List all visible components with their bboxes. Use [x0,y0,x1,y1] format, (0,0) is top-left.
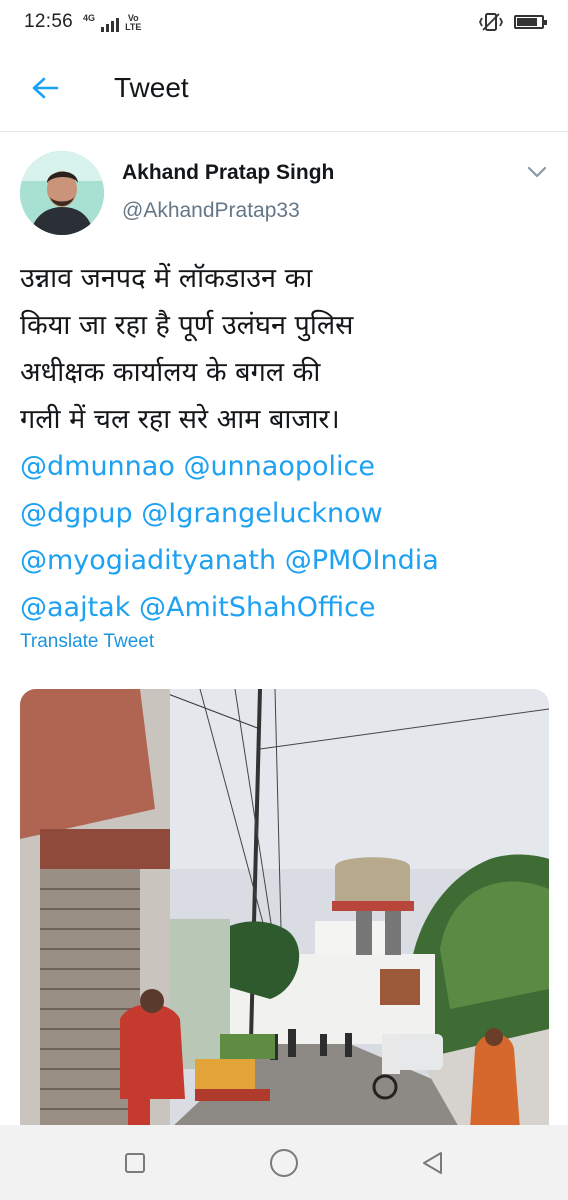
arrow-left-icon [32,77,59,98]
avatar[interactable] [20,151,104,235]
triangle-back-icon [423,1151,443,1174]
signal-icon [101,18,120,32]
chevron-down-icon[interactable] [526,165,548,179]
mention-link[interactable]: @aajtak [20,592,130,623]
mention-line: @myogiadityanath @PMOIndia [20,537,550,584]
network-indicator: 4G Vo LTE [83,12,141,32]
author-handle[interactable]: @AkhandPratap33 [122,199,300,223]
back-button[interactable] [0,44,90,132]
vibrate-icon [478,13,504,31]
mention-link[interactable]: @AmitShahOffice [139,592,376,623]
square-icon [124,1152,145,1173]
author-name[interactable]: Akhand Pratap Singh [122,161,334,185]
volte-indicator: Vo LTE [125,14,141,32]
tweet-text-line: गली में चल रहा सरे आम बाजार। [20,404,340,435]
tweet-detail: Akhand Pratap Singh @AkhandPratap33 उन्न… [0,133,568,1129]
tweet-author: Akhand Pratap Singh @AkhandPratap33 [0,133,568,243]
system-nav-bar [0,1125,568,1200]
mention-link[interactable]: @myogiadityanath [20,545,276,576]
volte-label-bottom: LTE [125,22,142,32]
battery-icon [514,15,547,29]
tweet-text-line: उन्नाव जनपद में लॉकडाउन का [20,263,313,294]
app-header: Tweet [0,44,568,132]
network-type-label: 4G [83,13,96,23]
mention-link[interactable]: @unnaopolice [183,451,375,482]
mention-line: @aajtak @AmitShahOffice [20,584,550,631]
tweet-text-line: अधीक्षक कार्यालय के बगल की [20,357,321,388]
page-title: Tweet [114,71,189,103]
mention-link[interactable]: @dgpup [20,498,133,529]
avatar-image [20,151,104,235]
mention-line: @dgpup @Igrangelucknow [20,490,550,537]
mention-link[interactable]: @PMOIndia [285,545,439,576]
battery-level [517,18,537,26]
mention-link[interactable]: @dmunnao [20,451,175,482]
status-bar: 12:56 4G Vo LTE [0,0,568,44]
system-back-button[interactable] [403,1133,463,1193]
circle-icon [269,1148,298,1177]
translate-tweet-link[interactable]: Translate Tweet [20,631,154,653]
mention-line: @dmunnao @unnaopolice [20,443,550,490]
status-time: 12:56 [24,11,74,32]
street-photo [20,689,549,1129]
recent-apps-button[interactable] [105,1133,165,1193]
mention-link[interactable]: @Igrangelucknow [141,498,382,529]
home-button[interactable] [254,1133,314,1193]
tweet-text: उन्नाव जनपद में लॉकडाउन का किया जा रहा ह… [20,255,550,631]
tweet-photo[interactable] [20,689,549,1129]
tweet-text-line: किया जा रहा है पूर्ण उलंघन पुलिस [20,310,354,341]
